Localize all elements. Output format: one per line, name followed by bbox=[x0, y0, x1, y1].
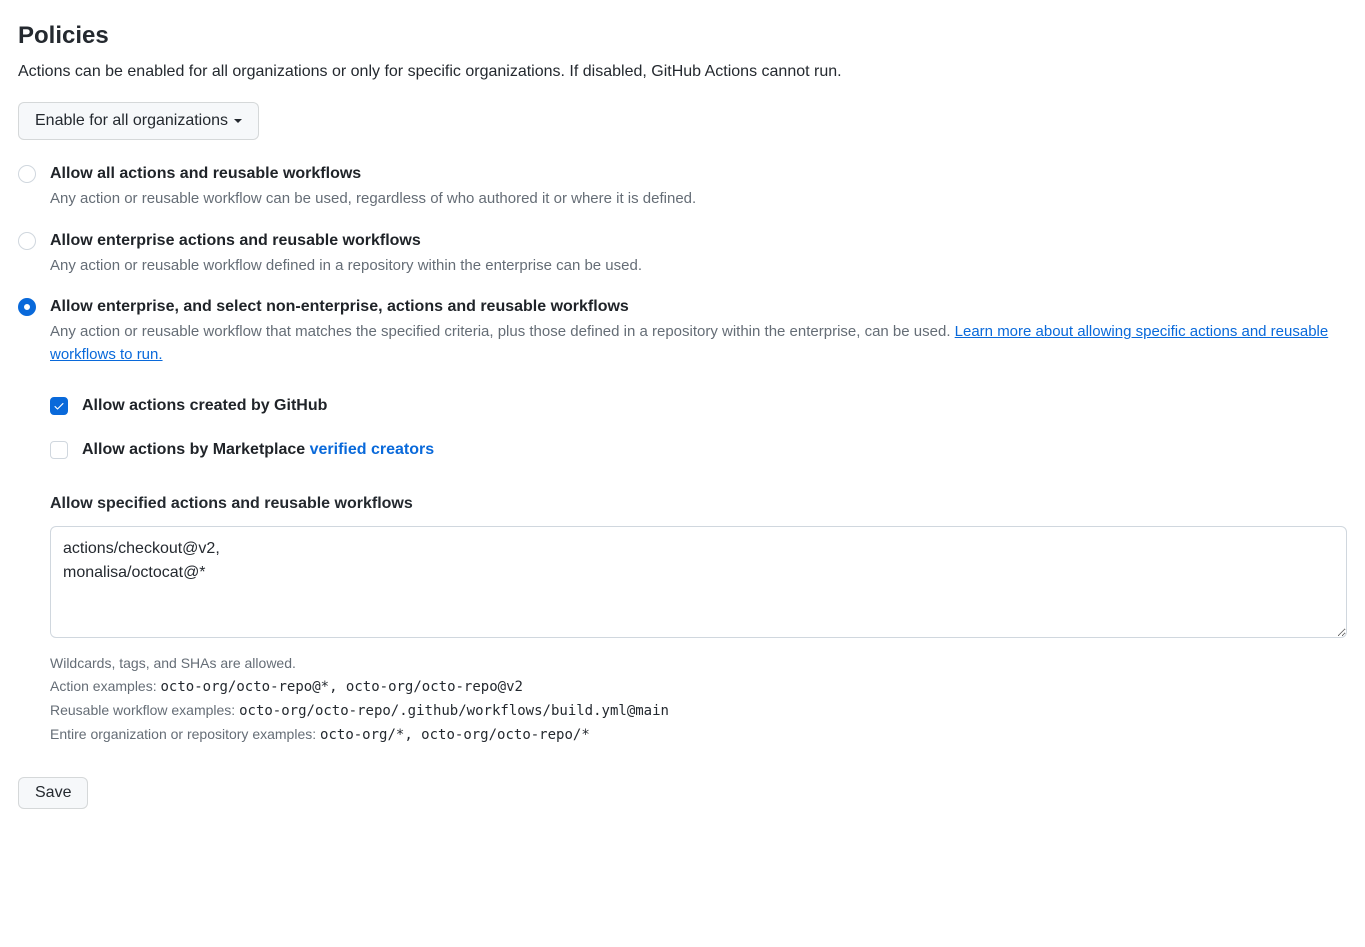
allow-marketplace-label: Allow actions by Marketplace verified cr… bbox=[82, 438, 434, 462]
option-description-text: Any action or reusable workflow that mat… bbox=[50, 323, 955, 340]
hint-mono: octo-org/*, octo-org/octo-repo/* bbox=[320, 727, 590, 743]
page-subtitle: Actions can be enabled for all organizat… bbox=[18, 60, 1347, 84]
chevron-down-icon bbox=[234, 119, 242, 123]
check-icon bbox=[53, 400, 65, 412]
option-title: Allow enterprise, and select non-enterpr… bbox=[50, 295, 1347, 319]
allow-marketplace-label-text: Allow actions by Marketplace bbox=[82, 441, 310, 458]
radio-allow-enterprise[interactable] bbox=[18, 232, 36, 250]
allow-github-label: Allow actions created by GitHub bbox=[82, 394, 327, 418]
save-button[interactable]: Save bbox=[18, 777, 88, 809]
specified-actions-textarea[interactable] bbox=[50, 526, 1347, 638]
option-description: Any action or reusable workflow defined … bbox=[50, 255, 1347, 278]
option-title: Allow enterprise actions and reusable wo… bbox=[50, 229, 1347, 253]
hint-reusable-examples: Reusable workflow examples: octo-org/oct… bbox=[50, 699, 1347, 723]
radio-allow-select[interactable] bbox=[18, 298, 36, 316]
option-description: Any action or reusable workflow can be u… bbox=[50, 188, 1347, 211]
hint-mono: octo-org/octo-repo/.github/workflows/bui… bbox=[239, 703, 669, 719]
select-policy-subsection: Allow actions created by GitHub Allow ac… bbox=[50, 394, 1347, 747]
verified-creators-link[interactable]: verified creators bbox=[310, 441, 435, 458]
enablement-dropdown[interactable]: Enable for all organizations bbox=[18, 102, 259, 140]
option-description: Any action or reusable workflow that mat… bbox=[50, 321, 1347, 366]
option-title: Allow all actions and reusable workflows bbox=[50, 162, 1347, 186]
hint-action-examples: Action examples: octo-org/octo-repo@*, o… bbox=[50, 675, 1347, 699]
enablement-dropdown-label: Enable for all organizations bbox=[35, 109, 228, 133]
allow-marketplace-row: Allow actions by Marketplace verified cr… bbox=[50, 438, 1347, 462]
radio-allow-all[interactable] bbox=[18, 165, 36, 183]
hint-org-examples: Entire organization or repository exampl… bbox=[50, 723, 1347, 747]
page-title: Policies bbox=[18, 18, 1347, 54]
allow-github-checkbox[interactable] bbox=[50, 397, 68, 415]
specified-heading: Allow specified actions and reusable wor… bbox=[50, 492, 1347, 516]
hint-wildcards: Wildcards, tags, and SHAs are allowed. bbox=[50, 652, 1347, 675]
hint-mono: octo-org/octo-repo@*, octo-org/octo-repo… bbox=[161, 679, 523, 695]
allow-github-row: Allow actions created by GitHub bbox=[50, 394, 1347, 418]
hint-label: Action examples: bbox=[50, 678, 161, 694]
hint-label: Entire organization or repository exampl… bbox=[50, 726, 320, 742]
allow-marketplace-checkbox[interactable] bbox=[50, 441, 68, 459]
policy-option-enterprise[interactable]: Allow enterprise actions and reusable wo… bbox=[18, 229, 1347, 278]
hint-label: Reusable workflow examples: bbox=[50, 702, 239, 718]
policy-option-all[interactable]: Allow all actions and reusable workflows… bbox=[18, 162, 1347, 211]
specified-hints: Wildcards, tags, and SHAs are allowed. A… bbox=[50, 652, 1347, 747]
policy-option-select[interactable]: Allow enterprise, and select non-enterpr… bbox=[18, 295, 1347, 366]
